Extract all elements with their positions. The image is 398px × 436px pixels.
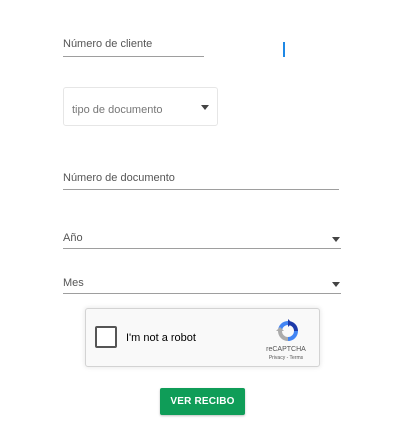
recaptcha-logo-icon	[276, 319, 298, 341]
recaptcha-links[interactable]: Privacy - Terms	[256, 355, 316, 361]
anio-select[interactable]: Año	[63, 229, 341, 249]
tipo-documento-select[interactable]: tipo de documento	[63, 87, 218, 126]
ver-recibo-button[interactable]: VER RECIBO	[160, 388, 245, 415]
mes-select[interactable]: Mes	[63, 274, 341, 294]
chevron-down-icon	[332, 237, 340, 242]
text-cursor	[283, 42, 285, 57]
mes-label: Mes	[63, 277, 84, 289]
numero-cliente-field[interactable]: Número de cliente	[63, 36, 204, 57]
chevron-down-icon	[332, 282, 340, 287]
chevron-down-icon	[201, 105, 209, 110]
numero-documento-label: Número de documento	[63, 172, 175, 184]
numero-documento-field[interactable]: Número de documento	[63, 170, 339, 190]
numero-cliente-label: Número de cliente	[63, 38, 153, 50]
tipo-documento-placeholder: tipo de documento	[72, 104, 163, 116]
anio-label: Año	[63, 232, 83, 244]
recaptcha-label: I'm not a robot	[126, 332, 196, 344]
recaptcha-brand: reCAPTCHA	[266, 346, 306, 353]
recaptcha-checkbox[interactable]	[95, 326, 117, 348]
recaptcha-widget: I'm not a robot reCAPTCHA Privacy - Term…	[85, 308, 320, 367]
